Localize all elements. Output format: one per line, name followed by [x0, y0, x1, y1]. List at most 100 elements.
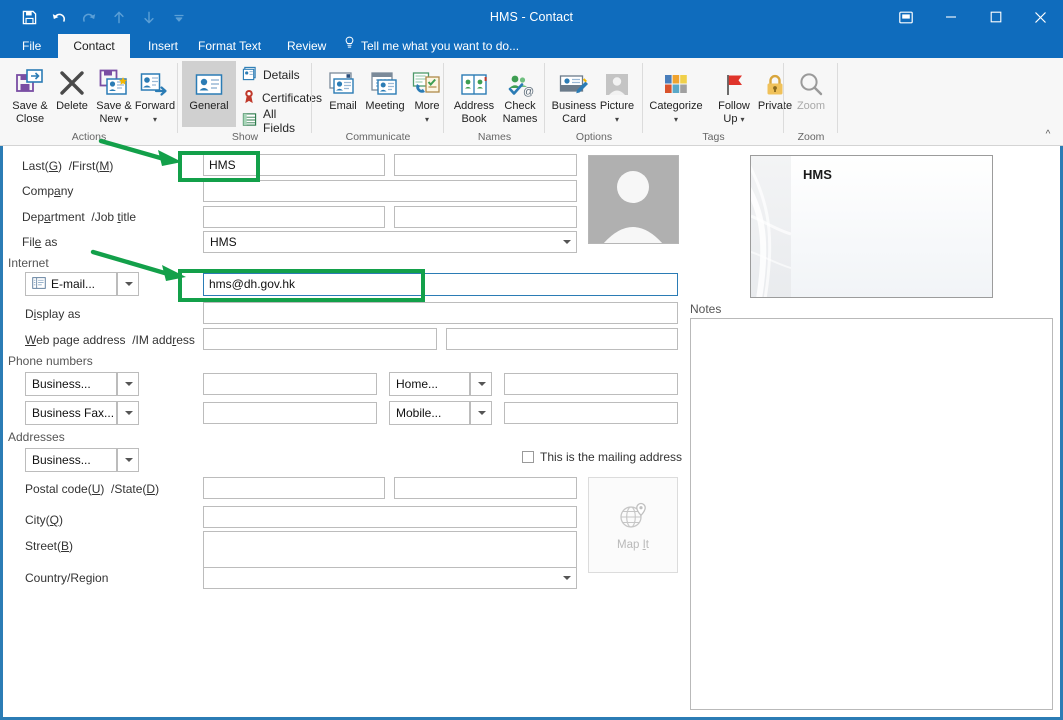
- phone-section-header: Phone numbers: [8, 354, 93, 368]
- phone-business-fax-input[interactable]: [203, 402, 377, 424]
- phone-type-mobile-dropdown[interactable]: [470, 401, 492, 425]
- more-label: More: [414, 100, 439, 112]
- forward-caret-icon[interactable]: ▾: [153, 115, 157, 124]
- jobtitle-input[interactable]: [394, 206, 577, 228]
- webpage-input[interactable]: [203, 328, 437, 350]
- categorize-button[interactable]: Categorize▾: [645, 61, 707, 127]
- email-input[interactable]: hms@dh.gov.hk: [203, 273, 678, 296]
- tab-file[interactable]: File: [12, 34, 51, 58]
- maximize-icon[interactable]: [973, 0, 1018, 34]
- tell-me-label: Tell me what you want to do...: [361, 34, 519, 58]
- phone-home-input[interactable]: [504, 373, 678, 395]
- street-label-pre: Street(: [25, 539, 61, 553]
- state-input[interactable]: [394, 477, 577, 499]
- postal-code-input[interactable]: [203, 477, 385, 499]
- minimize-icon[interactable]: [928, 0, 973, 34]
- flag-icon: [721, 63, 747, 97]
- ribbon-display-options-icon[interactable]: [883, 0, 928, 34]
- follow-up-caret-icon[interactable]: ▾: [741, 115, 745, 124]
- map-it-button[interactable]: Map It: [588, 477, 678, 573]
- save-and-close-icon: [15, 63, 45, 97]
- general-label: General: [189, 100, 228, 112]
- department-input[interactable]: [203, 206, 385, 228]
- city-label: City(Q): [25, 513, 63, 527]
- tab-review[interactable]: Review: [277, 34, 336, 58]
- details-icon: [242, 66, 257, 84]
- categorize-caret-icon[interactable]: ▾: [674, 115, 678, 124]
- phone-business-input[interactable]: [203, 373, 377, 395]
- mailing-address-checkbox[interactable]: [522, 451, 534, 463]
- last-name-input[interactable]: HMS: [203, 154, 385, 176]
- phone-type-mobile-label: Mobile...: [396, 406, 441, 420]
- picture-button[interactable]: Picture ▾: [590, 61, 644, 127]
- business-card-name: HMS: [803, 167, 832, 182]
- first-name-input[interactable]: [394, 154, 577, 176]
- general-button[interactable]: General: [182, 61, 236, 127]
- ribbon-group-communicate: Email Meeting: [312, 58, 444, 144]
- chevron-down-icon[interactable]: [563, 240, 571, 244]
- im-address-input[interactable]: [446, 328, 678, 350]
- all-fields-button[interactable]: All Fields: [238, 110, 312, 132]
- address-type-button[interactable]: Business...: [25, 448, 117, 472]
- state-label-key: D: [146, 482, 155, 496]
- contact-photo[interactable]: [588, 155, 679, 244]
- close-icon[interactable]: [1018, 0, 1063, 34]
- email-type-dropdown[interactable]: [117, 272, 139, 296]
- phone-type-home-label: Home...: [396, 377, 438, 391]
- display-as-input[interactable]: [203, 302, 678, 324]
- address-type-dropdown[interactable]: [117, 448, 139, 472]
- address-type-label: Business...: [32, 453, 91, 467]
- categorize-icon: [663, 63, 689, 97]
- city-label-key: Q: [50, 513, 59, 527]
- country-region-combobox[interactable]: [203, 567, 577, 589]
- zoom-button[interactable]: Zoom: [784, 61, 838, 127]
- tab-contact[interactable]: Contact: [58, 34, 130, 58]
- email-type-button[interactable]: E-mail...: [25, 272, 117, 296]
- save-and-close-label-1: Save &: [12, 100, 47, 112]
- file-as-combobox[interactable]: HMS: [203, 231, 577, 253]
- ribbon-group-tags: Categorize▾ FollowUp ▾: [643, 58, 784, 144]
- phone-type-home-button[interactable]: Home...: [389, 372, 470, 396]
- chevron-down-icon[interactable]: [563, 576, 571, 580]
- phone-type-business-fax-button[interactable]: Business Fax...: [25, 401, 117, 425]
- phone-type-business-fax-dropdown[interactable]: [117, 401, 139, 425]
- company-label-key: a: [54, 184, 61, 198]
- city-input[interactable]: [203, 506, 577, 528]
- department-jobtitle-label: Department /Job title: [22, 210, 136, 224]
- picture-caret-icon[interactable]: ▾: [615, 115, 619, 124]
- check-names-button[interactable]: @ CheckNames: [493, 61, 547, 127]
- company-input[interactable]: [203, 180, 577, 202]
- check-names-icon: @: [506, 63, 534, 97]
- phone-type-home-dropdown[interactable]: [470, 372, 492, 396]
- forward-button[interactable]: Forward▾: [128, 61, 182, 127]
- tab-format-text[interactable]: Format Text: [188, 34, 271, 58]
- collapse-ribbon-button[interactable]: ^: [1039, 126, 1057, 142]
- details-label: Details: [263, 68, 300, 82]
- globe-pin-icon: [616, 500, 650, 535]
- ribbon-group-options: BusinessCard Picture▾ Options: [545, 58, 643, 144]
- outlook-contact-window: HMS - Contact File Contact Insert Format…: [0, 0, 1063, 720]
- phone-type-business-fax-label: Business Fax...: [32, 406, 114, 420]
- tell-me-box[interactable]: Tell me what you want to do...: [344, 34, 519, 58]
- last-first-label: Last(G) /First(M): [22, 159, 113, 173]
- address-card-icon: [32, 277, 46, 292]
- phone-type-business-dropdown[interactable]: [117, 372, 139, 396]
- jobtitle-label-end: itle: [121, 210, 136, 224]
- map-it-label: Map It: [617, 539, 649, 551]
- save-and-new-icon: [99, 63, 129, 97]
- business-card-preview[interactable]: HMS: [750, 155, 993, 298]
- phone-type-mobile-button[interactable]: Mobile...: [389, 401, 470, 425]
- ribbon-group-label-actions: Actions: [0, 131, 178, 143]
- business-card-icon: [559, 63, 589, 97]
- notes-textarea[interactable]: [690, 318, 1053, 710]
- jobtitle-label-pre: /Job: [91, 210, 117, 224]
- tab-insert[interactable]: Insert: [138, 34, 188, 58]
- file-as-label-pre: Fil: [22, 235, 35, 249]
- meeting-calendar-icon: [370, 63, 400, 97]
- lightbulb-icon: [344, 34, 355, 58]
- details-button[interactable]: Details: [238, 64, 304, 86]
- phone-mobile-input[interactable]: [504, 402, 678, 424]
- picture-label: Picture: [600, 100, 634, 112]
- phone-type-business-button[interactable]: Business...: [25, 372, 117, 396]
- more-caret-icon[interactable]: ▾: [425, 115, 429, 124]
